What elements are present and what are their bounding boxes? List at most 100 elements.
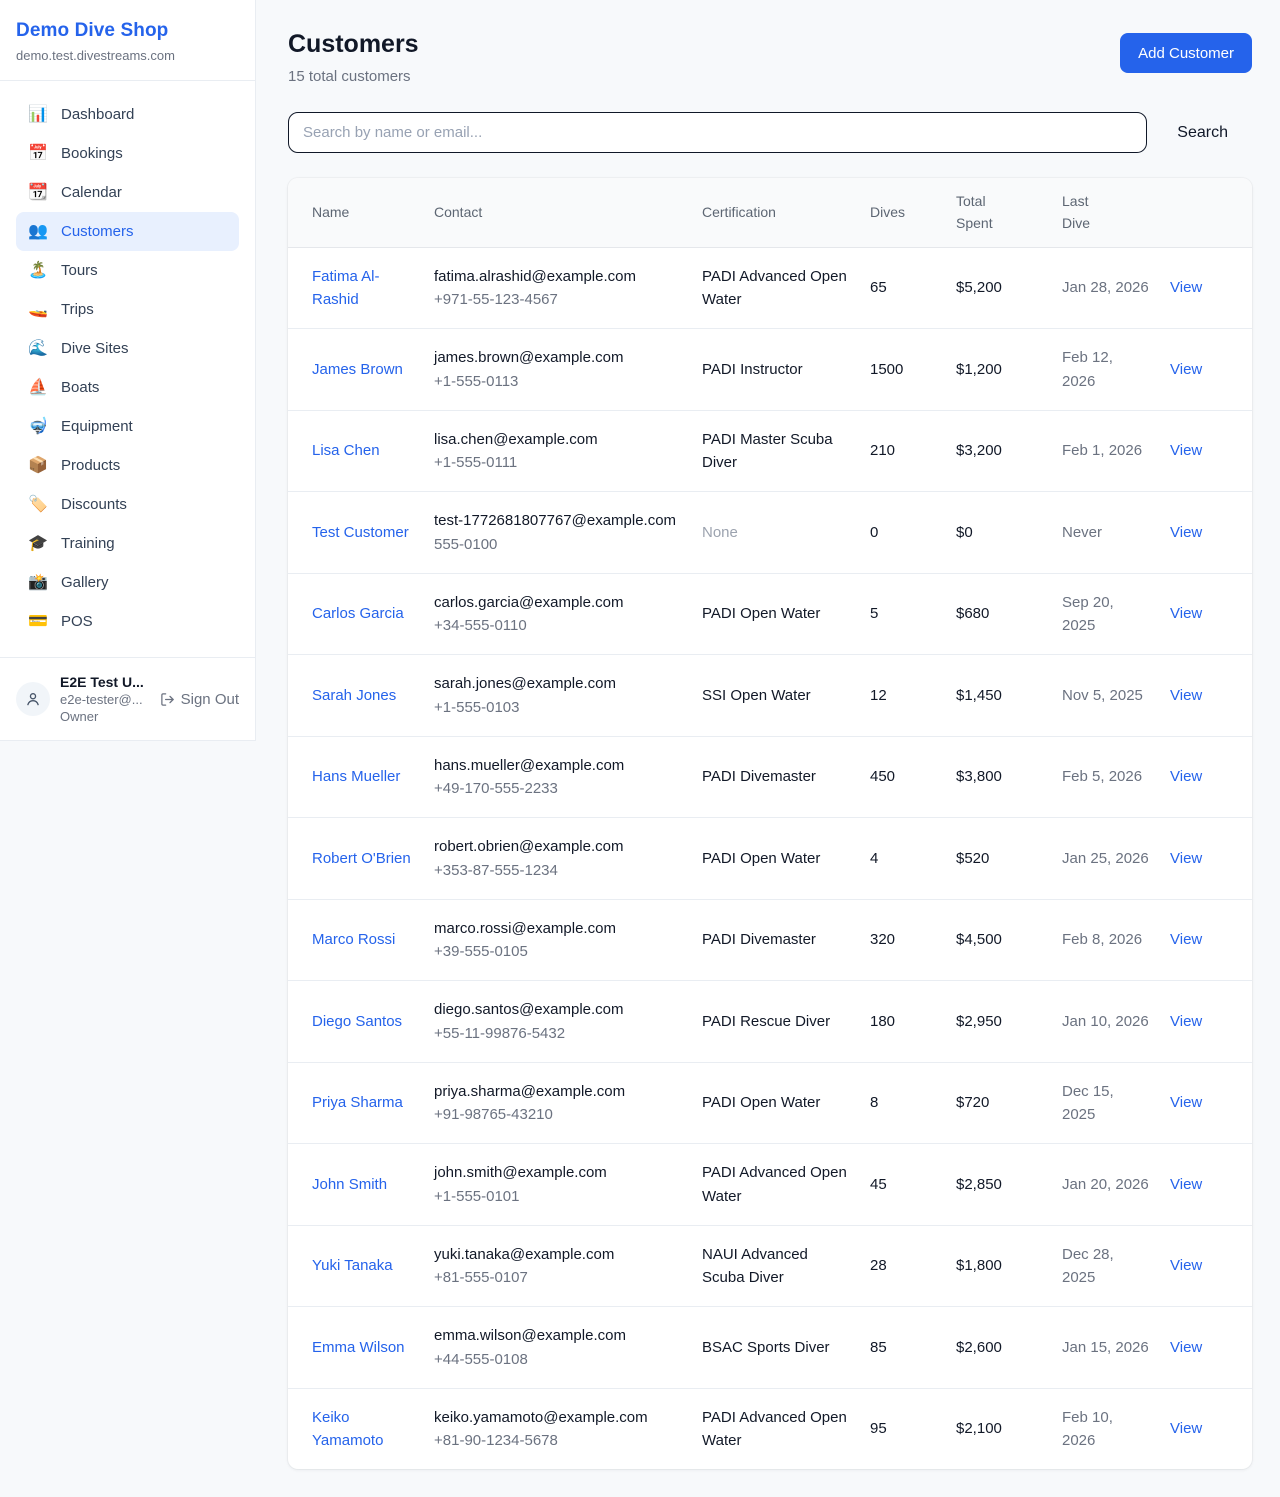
sign-out-button[interactable]: Sign Out [160,691,239,708]
view-customer-link[interactable]: View [1170,1420,1202,1437]
customer-name-link[interactable]: Robert O'Brien [312,847,411,870]
view-customer-link[interactable]: View [1170,1339,1202,1356]
sidebar-item-pos[interactable]: 💳 POS [16,602,239,641]
sidebar-item-products[interactable]: 📦 Products [16,446,239,485]
sign-out-icon [160,692,175,707]
view-customer-link[interactable]: View [1170,1094,1202,1111]
customer-last-dive: Jan 10, 2026 [1062,1013,1149,1030]
table-header: Name Contact Certification Dives Total S… [288,178,1252,247]
sidebar-item-boats[interactable]: ⛵ Boats [16,368,239,407]
customer-name-link[interactable]: John Smith [312,1173,387,1196]
shop-domain: demo.test.divestreams.com [16,48,239,63]
sidebar-item-dive-sites[interactable]: 🌊 Dive Sites [16,329,239,368]
customer-name-link[interactable]: Priya Sharma [312,1091,403,1114]
customer-name-link[interactable]: Fatima Al-Rashid [312,265,414,312]
customer-phone: +1-555-0111 [434,451,682,474]
search-input[interactable] [288,112,1147,153]
customer-name-link[interactable]: Keiko Yamamoto [312,1406,414,1453]
camera-flash-icon: 📸 [28,575,48,591]
search-button[interactable]: Search [1147,124,1252,142]
customer-phone: +1-555-0113 [434,370,682,393]
view-customer-link[interactable]: View [1170,361,1202,378]
customer-dives: 95 [870,1420,887,1437]
column-header-contact: Contact [434,178,702,247]
customer-total-spent: $4,500 [956,931,1002,948]
view-customer-link[interactable]: View [1170,605,1202,622]
customer-phone: +1-555-0101 [434,1185,682,1208]
customer-total-spent: $5,200 [956,279,1002,296]
customer-last-dive: Jan 15, 2026 [1062,1339,1149,1356]
customer-name-link[interactable]: Sarah Jones [312,684,396,707]
customer-total-spent: $0 [956,524,973,541]
sidebar-item-calendar[interactable]: 📆 Calendar [16,173,239,212]
sidebar-item-trips[interactable]: 🚤 Trips [16,290,239,329]
customer-dives: 8 [870,1094,878,1111]
sailboat-icon: ⛵ [28,380,48,396]
table-row: James Brown james.brown@example.com +1-5… [288,329,1252,411]
user-name: E2E Test U... [60,674,144,690]
table-row: Test Customer test-1772681807767@example… [288,492,1252,574]
column-header-last-dive: Last Dive [1062,178,1170,247]
customer-dives: 210 [870,442,895,459]
customer-last-dive: Sep 20, 2025 [1062,594,1114,634]
customer-dives: 45 [870,1176,887,1193]
customer-dives: 180 [870,1013,895,1030]
customer-name-link[interactable]: Test Customer [312,521,409,544]
customer-name-link[interactable]: Diego Santos [312,1010,402,1033]
view-customer-link[interactable]: View [1170,1013,1202,1030]
label-tag-icon: 🏷️ [28,497,48,513]
customer-name-link[interactable]: Hans Mueller [312,765,400,788]
customer-certification: PADI Master Scuba Diver [702,431,833,471]
customer-last-dive: Feb 12, 2026 [1062,349,1113,389]
customer-total-spent: $720 [956,1094,989,1111]
view-customer-link[interactable]: View [1170,931,1202,948]
view-customer-link[interactable]: View [1170,850,1202,867]
water-wave-icon: 🌊 [28,341,48,357]
view-customer-link[interactable]: View [1170,279,1202,296]
view-customer-link[interactable]: View [1170,687,1202,704]
view-customer-link[interactable]: View [1170,1176,1202,1193]
sidebar-item-gallery[interactable]: 📸 Gallery [16,563,239,602]
customers-table: Name Contact Certification Dives Total S… [288,178,1252,1469]
customer-email: fatima.alrashid@example.com [434,265,682,288]
sidebar-user-section: E2E Test U... e2e-tester@... Owner Sign … [0,657,255,740]
sidebar-item-customers[interactable]: 👥 Customers [16,212,239,251]
customer-email: yuki.tanaka@example.com [434,1243,682,1266]
customer-name-link[interactable]: Yuki Tanaka [312,1254,393,1277]
column-header-certification: Certification [702,178,870,247]
customer-name-link[interactable]: Marco Rossi [312,928,395,951]
sidebar-item-label: Dashboard [61,106,134,123]
view-customer-link[interactable]: View [1170,768,1202,785]
customer-last-dive: Feb 5, 2026 [1062,768,1142,785]
sidebar-item-discounts[interactable]: 🏷️ Discounts [16,485,239,524]
sidebar-item-bookings[interactable]: 📅 Bookings [16,134,239,173]
customer-name-link[interactable]: Carlos Garcia [312,602,404,625]
customer-name-link[interactable]: Emma Wilson [312,1336,405,1359]
sidebar-item-label: Tours [61,262,98,279]
sidebar-item-dashboard[interactable]: 📊 Dashboard [16,95,239,134]
shop-name: Demo Dive Shop [16,20,239,42]
customer-dives: 5 [870,605,878,622]
page-subtitle: 15 total customers [288,68,419,85]
table-row: Fatima Al-Rashid fatima.alrashid@example… [288,247,1252,329]
sidebar-item-equipment[interactable]: 🤿 Equipment [16,407,239,446]
view-customer-link[interactable]: View [1170,524,1202,541]
sidebar-item-label: Dive Sites [61,340,129,357]
avatar [16,682,50,716]
customer-total-spent: $1,800 [956,1257,1002,1274]
table-row: Diego Santos diego.santos@example.com +5… [288,981,1252,1063]
customer-email: diego.santos@example.com [434,998,682,1021]
customer-last-dive: Jan 20, 2026 [1062,1176,1149,1193]
sidebar-item-training[interactable]: 🎓 Training [16,524,239,563]
user-info: E2E Test U... e2e-tester@... Owner [60,674,144,724]
customer-name-link[interactable]: James Brown [312,358,403,381]
customer-dives: 12 [870,687,887,704]
customer-last-dive: Dec 15, 2025 [1062,1083,1114,1123]
graduation-cap-icon: 🎓 [28,536,48,552]
sidebar-item-tours[interactable]: 🏝️ Tours [16,251,239,290]
add-customer-button[interactable]: Add Customer [1120,33,1252,73]
view-customer-link[interactable]: View [1170,1257,1202,1274]
view-customer-link[interactable]: View [1170,442,1202,459]
busts-people-icon: 👥 [28,224,48,240]
customer-name-link[interactable]: Lisa Chen [312,439,380,462]
